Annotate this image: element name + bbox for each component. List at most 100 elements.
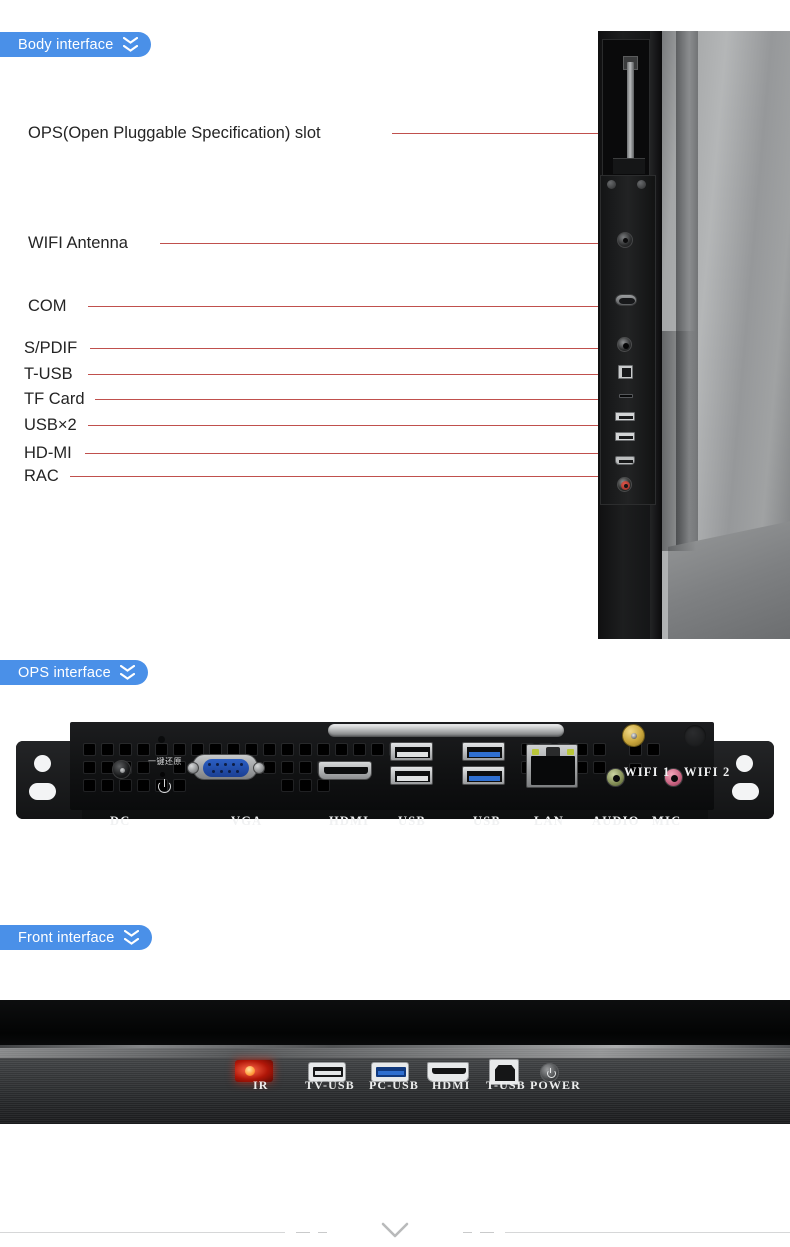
power-symbol-icon	[158, 779, 171, 793]
casing-shadow	[660, 331, 696, 551]
mount-hole-round	[34, 755, 51, 772]
mount-hole-round	[736, 755, 753, 772]
callout-com: COM	[0, 295, 660, 317]
ops-mount-right	[708, 741, 774, 819]
ops-label-vga: VGA	[231, 814, 263, 828]
strip-gloss	[0, 1048, 790, 1058]
divider-dash-right	[480, 1232, 494, 1233]
dc-power-jack	[112, 760, 131, 779]
audio-out-jack	[606, 768, 625, 787]
body-interface-badge-label: Body interface	[18, 36, 114, 53]
front-bezel	[0, 1000, 790, 1048]
leader-line	[95, 399, 620, 400]
wifi2-antenna-hole	[684, 725, 706, 747]
callout-label: USB×2	[24, 415, 77, 434]
ops-interface-badge: OPS interface	[0, 660, 148, 685]
leader-line	[88, 306, 620, 307]
divider-line-left	[0, 1232, 285, 1233]
leader-line	[160, 243, 620, 244]
ops-label-hdmi: HDMI	[329, 814, 370, 828]
ops-interface-badge-label: OPS interface	[18, 664, 111, 681]
ops-board: 一键还原	[70, 722, 714, 810]
callout-hdmi: HD-MI	[0, 442, 660, 464]
front-label-power: POWER	[530, 1078, 581, 1092]
ops-label-wifi-1: WIFI 1	[624, 765, 671, 779]
divider-line-right	[505, 1232, 790, 1233]
usb-port-2	[615, 432, 635, 441]
leader-line	[88, 425, 622, 426]
callout-spdif: S/PDIF	[0, 337, 660, 359]
ops-label-usb-1: USB	[398, 814, 426, 828]
front-label-hdmi: HDMI	[432, 1078, 471, 1092]
ops-pull-handle	[328, 724, 564, 737]
ops-label-dc: DC	[110, 814, 131, 828]
ops-label-mic: MIC	[652, 814, 682, 828]
callout-label: S/PDIF	[24, 338, 78, 357]
body-interface-badge: Body interface	[0, 32, 151, 57]
chevron-down-icon	[381, 1222, 409, 1245]
double-chevron-down-icon	[119, 665, 135, 680]
callout-label: WIFI Antenna	[28, 233, 128, 252]
mount-hole-slot	[732, 783, 759, 800]
rca-port	[617, 477, 632, 492]
callout-usb-x2: USB×2	[0, 414, 660, 436]
front-label-tv-usb: TV-USB	[305, 1078, 355, 1092]
callout-label: OPS(Open Pluggable Specification) slot	[28, 123, 321, 142]
ops-slot-lower-edge	[613, 158, 645, 174]
rear-ports-plate	[600, 175, 656, 505]
callout-label: RAC	[24, 466, 59, 485]
indicator-led	[158, 736, 165, 743]
callout-wifi-antenna: WIFI Antenna	[0, 232, 660, 254]
hdmi-port	[615, 456, 635, 465]
usb2-port-top	[390, 742, 433, 761]
hdmi-port	[318, 761, 372, 780]
body-interface-photo	[598, 31, 790, 639]
usb3-port-bottom	[462, 766, 505, 785]
front-interface-badge-label: Front interface	[18, 929, 115, 946]
screw-icon	[637, 180, 646, 189]
leader-line	[90, 348, 620, 349]
tf-card-slot	[619, 394, 633, 398]
divider-dash-left-2	[318, 1232, 327, 1233]
wifi1-sma-connector	[622, 724, 645, 747]
section-divider	[0, 1218, 790, 1247]
front-label-ir: IR	[253, 1078, 269, 1092]
ops-label-wifi-2: WIFI 2	[684, 765, 731, 779]
ops-label-usb-2: USB	[473, 814, 501, 828]
wifi-antenna-port	[617, 232, 633, 248]
vga-port	[187, 754, 265, 780]
lan-rj45-port	[526, 744, 578, 788]
ops-label-lan: LAN	[534, 814, 564, 828]
leader-line	[88, 374, 624, 375]
callout-rac: RAC	[0, 465, 660, 487]
front-label-t-usb: T-USB	[486, 1078, 526, 1092]
ops-slot-opening	[602, 39, 650, 181]
callout-tf-card: TF Card	[0, 388, 660, 410]
divider-dash-left	[296, 1232, 310, 1233]
callout-ops-slot: OPS(Open Pluggable Specification) slot	[0, 122, 660, 144]
screw-icon	[607, 180, 616, 189]
ops-label-audio: AUDIO	[592, 814, 640, 828]
spdif-port	[617, 337, 632, 352]
one-key-restore-silk-label: 一键还原	[148, 757, 182, 766]
front-interface-badge: Front interface	[0, 925, 152, 950]
reset-pinhole	[160, 772, 165, 777]
usb-port-1	[615, 412, 635, 421]
front-label-pc-usb: PC-USB	[369, 1078, 419, 1092]
front-interface-section: Front interface IR TV-USB PC-USB HDMI T-…	[0, 920, 790, 1210]
divider-dash-right-2	[463, 1232, 472, 1233]
vga-connector-shell	[203, 759, 249, 777]
ops-module-photo: 一键还原 DC VGA HDMI USB USB LAN AUDIO MIC W…	[16, 722, 774, 832]
usb3-port-top	[462, 742, 505, 761]
callout-label: COM	[28, 296, 67, 315]
ops-slot-rail	[627, 62, 634, 172]
leader-line	[70, 476, 625, 477]
com-port	[615, 294, 637, 306]
usb2-port-bottom	[390, 766, 433, 785]
t-usb-port	[618, 365, 633, 379]
ops-interface-section: OPS interface 一键还原 DC VGA HDMI USB USB L…	[0, 655, 790, 910]
callout-label: T-USB	[24, 364, 73, 383]
body-interface-section: Body interface OPS(Open Pluggable Specif…	[0, 0, 790, 640]
leader-line	[85, 453, 622, 454]
callout-t-usb: T-USB	[0, 363, 660, 385]
